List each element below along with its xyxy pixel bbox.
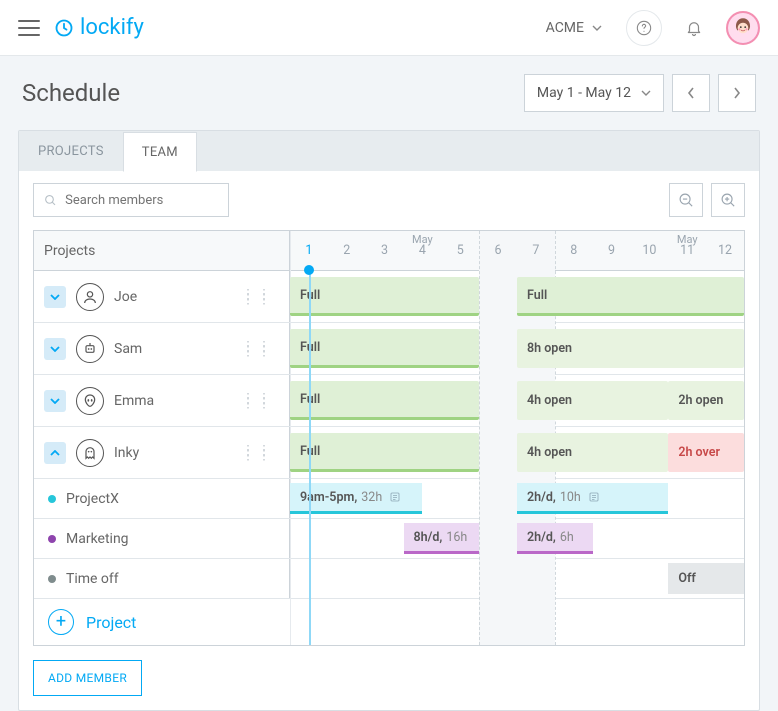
member-name: Sam xyxy=(114,341,142,357)
expand-toggle[interactable] xyxy=(44,390,66,412)
zoom-out-button[interactable] xyxy=(669,183,703,217)
day-col: 5 xyxy=(441,231,479,270)
expand-toggle[interactable] xyxy=(44,286,66,308)
assignment-label: ProjectX xyxy=(66,491,119,507)
help-button[interactable] xyxy=(626,10,662,46)
schedule-bar[interactable]: Full xyxy=(290,277,479,316)
menu-icon[interactable] xyxy=(18,20,40,36)
schedule-bar[interactable]: Full xyxy=(290,433,479,472)
avatar-icon xyxy=(728,13,758,43)
add-project-button[interactable]: + Project xyxy=(34,599,744,645)
expand-toggle[interactable] xyxy=(44,338,66,360)
schedule-bar[interactable]: 2h over xyxy=(668,433,744,472)
chevron-up-icon xyxy=(50,450,60,456)
drag-handle[interactable]: ⋮⋮⋮⋮ xyxy=(241,397,273,405)
alien-icon xyxy=(76,387,104,415)
clock-icon xyxy=(54,18,74,38)
add-project-label: Project xyxy=(86,613,136,632)
date-range-picker[interactable]: May 1 - May 12 xyxy=(524,74,664,112)
help-icon xyxy=(636,20,652,36)
day-col: 12 xyxy=(706,231,744,270)
note-icon xyxy=(587,490,601,504)
date-header: May May 1 2 3 4 5 6 7 8 9 10 11 12 xyxy=(290,231,744,270)
schedule-bar[interactable]: 2h open xyxy=(668,381,744,420)
zoom-in-button[interactable] xyxy=(711,183,745,217)
date-range-label: May 1 - May 12 xyxy=(537,85,631,101)
tab-projects[interactable]: PROJECTS xyxy=(19,131,123,171)
next-range-button[interactable] xyxy=(718,74,756,112)
search-input[interactable] xyxy=(65,193,218,208)
today-line xyxy=(309,271,311,645)
chevron-right-icon xyxy=(733,87,741,99)
chevron-down-icon xyxy=(641,90,651,96)
day-col: 7 xyxy=(517,231,555,270)
assignment-bar[interactable]: 8h/d, 16h xyxy=(404,523,480,554)
ghost-icon xyxy=(76,439,104,467)
person-icon xyxy=(76,283,104,311)
day-col: 6 xyxy=(479,231,517,270)
logo[interactable]: lockify xyxy=(54,15,144,40)
day-col: 10 xyxy=(630,231,668,270)
project-color-dot xyxy=(48,495,56,503)
collapse-toggle[interactable] xyxy=(44,442,66,464)
robot-icon xyxy=(76,335,104,363)
assignment-bar[interactable]: 2h/d, 10h xyxy=(517,483,668,514)
day-col: 2 xyxy=(328,231,366,270)
tab-team[interactable]: TEAM xyxy=(123,132,197,172)
chevron-down-icon xyxy=(592,25,602,31)
plus-icon: + xyxy=(48,609,74,635)
zoom-in-icon xyxy=(720,192,737,209)
user-avatar[interactable] xyxy=(726,11,760,45)
note-icon xyxy=(388,490,402,504)
page-title: Schedule xyxy=(22,79,120,107)
grid-corner-label: Projects xyxy=(34,231,290,270)
schedule-bar[interactable]: Full xyxy=(290,381,479,420)
search-input-wrap xyxy=(33,183,229,217)
member-name: Inky xyxy=(114,445,139,461)
day-col: 4 xyxy=(403,231,441,270)
member-name: Emma xyxy=(114,393,154,409)
assignment-bar[interactable]: 2h/d, 6h xyxy=(517,523,593,554)
day-col: 1 xyxy=(290,231,328,270)
drag-handle[interactable]: ⋮⋮⋮⋮ xyxy=(241,293,273,301)
day-col: 8 xyxy=(555,231,593,270)
chevron-down-icon xyxy=(50,294,60,300)
project-color-dot xyxy=(48,575,56,583)
day-col: 11 xyxy=(668,231,706,270)
chevron-down-icon xyxy=(50,398,60,404)
day-col: 3 xyxy=(366,231,404,270)
prev-range-button[interactable] xyxy=(672,74,710,112)
bell-icon xyxy=(685,19,703,37)
schedule-bar[interactable]: 4h open xyxy=(517,433,668,472)
zoom-out-icon xyxy=(678,192,695,209)
assignment-label: Time off xyxy=(66,571,119,587)
assignment-label: Marketing xyxy=(66,531,129,547)
schedule-bar[interactable]: Full xyxy=(290,329,479,368)
drag-handle[interactable]: ⋮⋮⋮⋮ xyxy=(241,345,273,353)
tabs: PROJECTS TEAM xyxy=(19,131,759,171)
workspace-switcher[interactable]: ACME xyxy=(536,14,612,42)
workspace-name: ACME xyxy=(546,20,584,36)
schedule-bar[interactable]: Full xyxy=(517,277,744,316)
notifications-button[interactable] xyxy=(676,10,712,46)
schedule-grid: Projects May May 1 2 3 4 5 6 7 8 9 10 11… xyxy=(33,230,745,646)
search-icon xyxy=(44,193,57,208)
chevron-down-icon xyxy=(50,346,60,352)
member-name: Joe xyxy=(114,289,137,305)
today-indicator xyxy=(304,265,314,275)
logo-text: lockify xyxy=(80,15,144,40)
day-col: 9 xyxy=(593,231,631,270)
project-color-dot xyxy=(48,535,56,543)
schedule-bar[interactable]: 4h open xyxy=(517,381,668,420)
drag-handle[interactable]: ⋮⋮⋮⋮ xyxy=(241,449,273,457)
assignment-bar[interactable]: Off xyxy=(668,563,744,594)
add-member-button[interactable]: ADD MEMBER xyxy=(33,660,142,696)
schedule-bar[interactable]: 8h open xyxy=(517,329,744,368)
chevron-left-icon xyxy=(687,87,695,99)
